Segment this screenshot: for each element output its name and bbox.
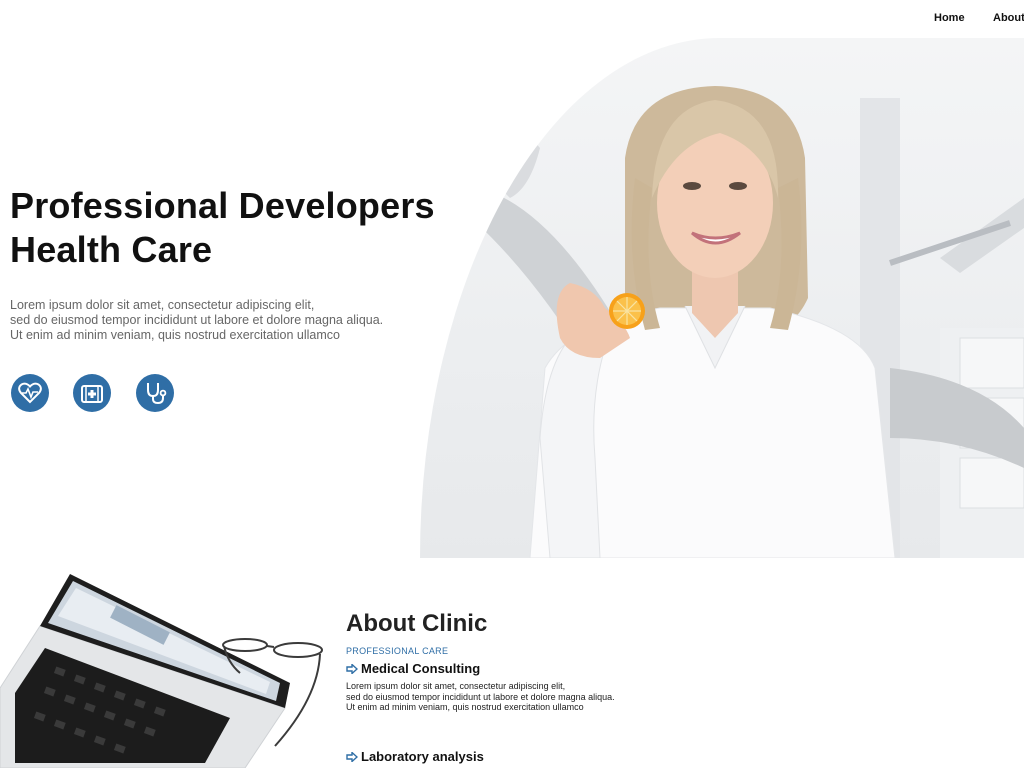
- service-title-1: Medical Consulting: [361, 661, 481, 676]
- hero-desc-line-1: Lorem ipsum dolor sit amet, consectetur …: [10, 298, 315, 312]
- service-desc-line-3: Ut enim ad minim veniam, quis nostrud ex…: [346, 702, 584, 712]
- nav-link-home[interactable]: Home: [934, 12, 965, 24]
- hero-desc-line-3: Ut enim ad minim veniam, quis nostrud ex…: [10, 328, 340, 342]
- about-title: About Clinic: [346, 610, 488, 637]
- feature-icons: [11, 374, 181, 414]
- about-subtitle: PROFESSIONAL CARE: [346, 646, 449, 656]
- service-desc-line-2: sed do eiusmod tempor incididunt ut labo…: [346, 691, 615, 702]
- heart-pulse-icon[interactable]: [11, 374, 49, 412]
- hero-title-line-2: Health Care: [10, 229, 213, 270]
- first-aid-kit-icon[interactable]: [73, 374, 111, 412]
- arrow-right-icon: [346, 663, 358, 674]
- service-desc-line-1: Lorem ipsum dolor sit amet, consectetur …: [346, 681, 566, 691]
- top-navigation: Home About: [0, 0, 1024, 38]
- hero-title: Professional Developers Health Care: [10, 184, 435, 272]
- hero-section: Professional Developers Health Care Lore…: [0, 38, 1024, 558]
- hero-photo-doctor: [420, 38, 1024, 558]
- service-title-2: Laboratory analysis: [361, 749, 484, 764]
- doctor-illustration: [450, 86, 1024, 558]
- stethoscope-icon[interactable]: [136, 374, 174, 412]
- service-medical-consulting[interactable]: Medical Consulting: [346, 661, 480, 676]
- about-section: About Clinic PROFESSIONAL CARE Medical C…: [0, 558, 1024, 768]
- hero-title-line-1: Professional Developers: [10, 185, 435, 226]
- service-description-1: Lorem ipsum dolor sit amet, consectetur …: [346, 681, 615, 713]
- arrow-right-icon: [346, 751, 358, 762]
- nav-link-about[interactable]: About: [993, 12, 1024, 24]
- laptop-image: [0, 568, 330, 768]
- hero-desc-line-2: sed do eiusmod tempor incididunt ut labo…: [10, 313, 384, 327]
- service-laboratory-analysis[interactable]: Laboratory analysis: [346, 749, 484, 764]
- hero-description: Lorem ipsum dolor sit amet, consectetur …: [10, 298, 383, 343]
